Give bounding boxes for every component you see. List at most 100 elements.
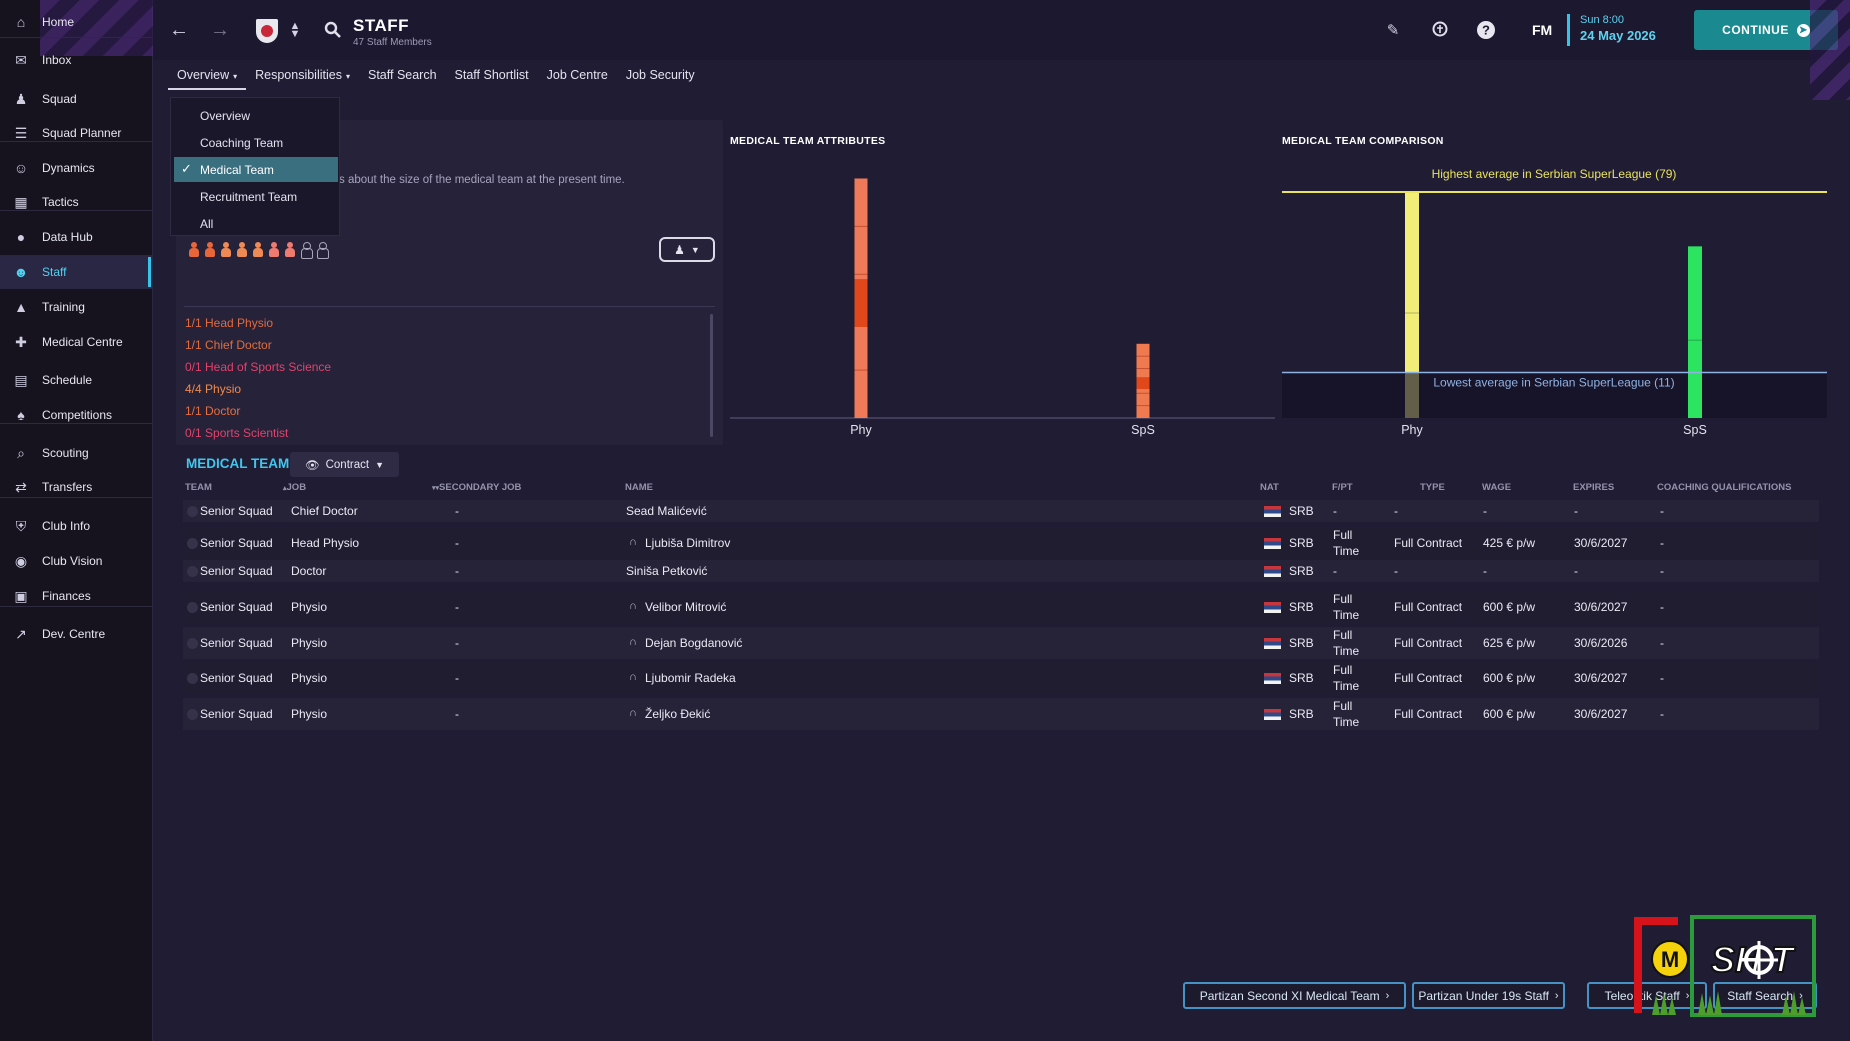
row-select-icon[interactable] xyxy=(187,506,198,517)
table-row[interactable]: Senior Squad Physio - Full Contract 600 € p/… xyxy=(183,698,1819,730)
tab-job-security[interactable]: Job Security xyxy=(617,60,704,90)
column-header-team[interactable]: TEAM xyxy=(185,482,212,493)
feedback-icon[interactable] xyxy=(1428,18,1452,42)
column-header-expires[interactable]: EXPIRES xyxy=(1573,482,1614,493)
club-switch-chevron-icon[interactable]: ▲ ▼ xyxy=(283,18,307,42)
sidebar-item-squad[interactable]: ♟ Squad xyxy=(0,82,153,116)
table-row[interactable]: Senior Squad Chief Doctor - - - - - Sead Maliće… xyxy=(183,500,1819,522)
row-select-icon[interactable] xyxy=(187,673,198,684)
fm-logo[interactable]: FM xyxy=(1532,22,1552,38)
contract-view-button[interactable]: 👁 Contract ▼ xyxy=(290,452,399,477)
employment-type-cell: Full Time xyxy=(1333,662,1359,694)
nationality-cell: SRB xyxy=(1289,600,1314,614)
sidebar-item-training[interactable]: ▲ Training xyxy=(0,290,153,324)
sidebar-item-finances[interactable]: ▣ Finances xyxy=(0,579,153,613)
sidebar-item-dynamics[interactable]: ☺ Dynamics xyxy=(0,151,153,185)
sidebar-item-staff[interactable]: ☻ Staff xyxy=(0,255,153,289)
forward-arrow-icon[interactable]: → xyxy=(208,18,232,42)
scrollbar[interactable] xyxy=(710,314,713,437)
staff-name-link[interactable]: Ljubomir Radeka xyxy=(645,671,736,685)
help-icon[interactable]: ? xyxy=(1474,18,1498,42)
sidebar-item-scouting[interactable]: ⌕ Scouting xyxy=(0,436,153,470)
team-cell: Senior Squad xyxy=(200,536,273,550)
dropdown-item-recruitment-team[interactable]: Recruitment Team xyxy=(174,184,338,209)
column-header-label: COACHING QUALIFICATIONS xyxy=(1657,482,1792,493)
table-row[interactable]: Senior Squad Physio - Full Contract 600 € p/… xyxy=(183,591,1819,623)
x-tick-label: SpS xyxy=(1131,423,1155,437)
person-icon xyxy=(284,242,296,258)
employment-type-line1: Full xyxy=(1333,592,1353,606)
column-header-secondary-job[interactable]: ▾▾SECONDARY JOB xyxy=(432,482,521,493)
tab-job-centre[interactable]: Job Centre xyxy=(538,60,617,90)
table-row[interactable]: Senior Squad Head Physio - Full Contract 425… xyxy=(183,527,1819,559)
tab-staff-search[interactable]: Staff Search xyxy=(359,60,446,90)
sidebar-item-label: Inbox xyxy=(42,53,72,67)
link-partizan-second-xi-medical-team[interactable]: Partizan Second XI Medical Team › xyxy=(1183,982,1406,1009)
staff-name-link[interactable]: Velibor Mitrović xyxy=(645,600,726,614)
team-cell: Senior Squad xyxy=(200,564,273,578)
dropdown-item-all[interactable]: All xyxy=(174,211,338,236)
row-select-icon[interactable] xyxy=(187,709,198,720)
column-header-wage[interactable]: WAGE xyxy=(1482,482,1511,493)
staff-name-link[interactable]: Dejan Bogdanović xyxy=(645,636,742,650)
staff-requirement: 0/1 Sports Scientist xyxy=(185,426,289,440)
column-header-job[interactable]: ▴JOB xyxy=(283,482,306,493)
sidebar-item-data-hub[interactable]: ● Data Hub xyxy=(0,220,153,254)
table-row[interactable]: Senior Squad Doctor - - - - - Siniša Petković SR… xyxy=(183,560,1819,582)
person-icon xyxy=(252,242,264,258)
column-header-name[interactable]: NAME xyxy=(625,482,653,493)
contract-type-cell: Full Contract xyxy=(1394,671,1463,685)
sidebar-item-competitions[interactable]: ♠ Competitions xyxy=(0,398,153,432)
table-row[interactable]: Senior Squad Physio - Full Contract 625 € p/… xyxy=(183,627,1819,659)
column-header-coaching-qualifications[interactable]: COACHING QUALIFICATIONS xyxy=(1657,482,1791,493)
wage-cell: - xyxy=(1483,564,1487,578)
row-select-icon[interactable] xyxy=(187,538,198,549)
sidebar-item-club-info[interactable]: ⛨ Club Info xyxy=(0,509,153,543)
dropdown-item-overview[interactable]: Overview xyxy=(174,103,338,128)
tab-staff-shortlist[interactable]: Staff Shortlist xyxy=(446,60,538,90)
sidebar-item-inbox[interactable]: ✉ Inbox xyxy=(0,43,153,77)
club-badge-icon[interactable] xyxy=(254,17,280,45)
sidebar-item-club-vision[interactable]: ◉ Club Vision xyxy=(0,544,153,578)
staff-filter-button[interactable]: ♟ ▼ xyxy=(659,237,715,262)
secondary-job-cell: - xyxy=(455,671,459,685)
sidebar-item-medical-centre[interactable]: ✚ Medical Centre xyxy=(0,325,153,359)
serbia-flag-icon xyxy=(1264,709,1281,720)
row-select-icon[interactable] xyxy=(187,566,198,577)
table-row[interactable]: Senior Squad Physio - Full Contract 600 € p/… xyxy=(183,662,1819,694)
sidebar-item-label: Medical Centre xyxy=(42,335,123,349)
nationality-cell: SRB xyxy=(1289,707,1314,721)
svg-text:M: M xyxy=(1661,947,1679,972)
link-partizan-under-19s-staff[interactable]: Partizan Under 19s Staff › xyxy=(1412,982,1565,1009)
row-select-icon[interactable] xyxy=(187,638,198,649)
qualifications-cell: - xyxy=(1660,504,1664,518)
column-header-f-pt[interactable]: F/PT xyxy=(1332,482,1353,493)
dropdown-item-medical-team[interactable]: ✓ Medical Team xyxy=(174,157,338,182)
tab-overview[interactable]: Overview ▾ xyxy=(168,60,247,90)
staff-name-link[interactable]: Sead Malićević xyxy=(626,504,707,518)
staff-name-link[interactable]: Ljubiša Dimitrov xyxy=(645,536,730,550)
tab-responsibilities[interactable]: Responsibilities ▾ xyxy=(246,60,359,90)
sidebar-item-tactics[interactable]: ▦ Tactics xyxy=(0,185,153,219)
column-header-type[interactable]: TYPE xyxy=(1420,482,1445,493)
nationality-cell: SRB xyxy=(1289,636,1314,650)
x-tick-label: Phy xyxy=(850,423,872,437)
sidebar-item-schedule[interactable]: ▤ Schedule xyxy=(0,363,153,397)
row-select-icon[interactable] xyxy=(187,602,198,613)
sidebar-item-squad-planner[interactable]: ☰ Squad Planner xyxy=(0,116,153,150)
sidebar-item-label: Data Hub xyxy=(42,230,93,244)
sidebar-item-dev-centre[interactable]: ↗ Dev. Centre xyxy=(0,617,153,651)
pencil-icon[interactable]: ✎ xyxy=(1381,18,1405,42)
sidebar-item-home[interactable]: ⌂ Home xyxy=(0,5,153,39)
search-icon[interactable] xyxy=(321,18,345,42)
staff-name-link[interactable]: Željko Đekić xyxy=(645,707,710,721)
sidebar-item-transfers[interactable]: ⇄ Transfers xyxy=(0,470,153,504)
secondary-job-cell: - xyxy=(455,707,459,721)
column-header-nat[interactable]: NAT xyxy=(1260,482,1279,493)
nationality-cell: SRB xyxy=(1289,564,1314,578)
back-arrow-icon[interactable]: ← xyxy=(167,18,191,42)
x-tick-label: SpS xyxy=(1683,423,1707,437)
dropdown-item-coaching-team[interactable]: Coaching Team xyxy=(174,130,338,155)
staff-name-link[interactable]: Siniša Petković xyxy=(626,564,707,578)
person-icon xyxy=(236,242,248,258)
